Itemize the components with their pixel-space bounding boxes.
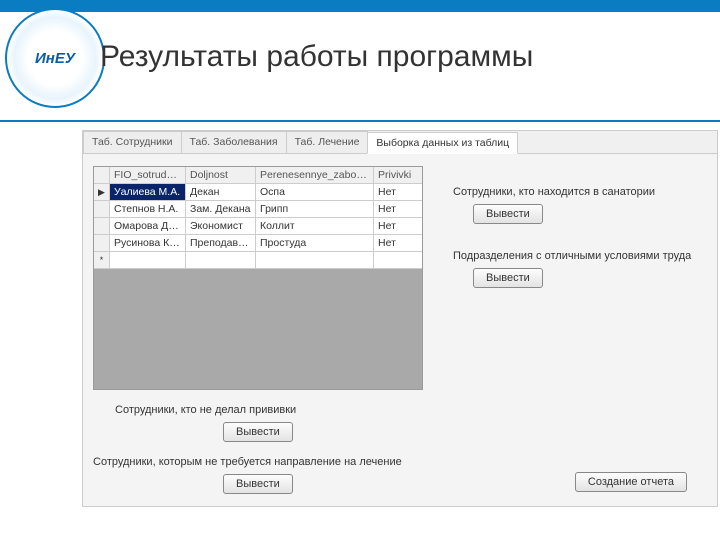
table-row[interactable]: Степнов Н.А. Зам. Декана Грипп Нет xyxy=(94,201,422,218)
tab-employees[interactable]: Таб. Сотрудники xyxy=(83,131,182,153)
cell-pereness[interactable]: Простуда xyxy=(256,235,374,251)
table-row[interactable]: Русинова К.А. Преподават… Простуда Нет xyxy=(94,235,422,252)
col-fio[interactable]: FIO_sotrudnika xyxy=(110,167,186,183)
cell-fio[interactable]: Степнов Н.А. xyxy=(110,201,186,217)
cell-doljnost[interactable]: Экономист xyxy=(186,218,256,234)
cell-doljnost[interactable]: Преподават… xyxy=(186,235,256,251)
show-in-sanatorium-button[interactable]: Вывести xyxy=(473,204,543,224)
cell-pereness[interactable]: Грипп xyxy=(256,201,374,217)
cell-pereness[interactable] xyxy=(256,252,374,268)
col-pereness[interactable]: Perenesennye_zaboleva xyxy=(256,167,374,183)
col-doljnost[interactable]: Doljnost xyxy=(186,167,256,183)
table-row[interactable]: Омарова Д.И. Экономист Коллит Нет xyxy=(94,218,422,235)
create-report-button[interactable]: Создание отчета xyxy=(575,472,687,492)
row-marker-icon: ▶ xyxy=(94,184,110,200)
header-divider xyxy=(0,120,720,122)
grid-header: FIO_sotrudnika Doljnost Perenesennye_zab… xyxy=(94,167,422,184)
page-title: Результаты работы программы xyxy=(100,40,533,74)
logo-seal: ИнЕУ xyxy=(5,8,105,108)
grid-empty-area xyxy=(94,269,422,389)
col-privivki[interactable]: Privivki xyxy=(374,167,422,183)
show-good-conditions-button[interactable]: Вывести xyxy=(473,268,543,288)
tab-body: FIO_sotrudnika Doljnost Perenesennye_zab… xyxy=(83,154,717,506)
cell-doljnost[interactable]: Зам. Декана xyxy=(186,201,256,217)
cell-pereness[interactable]: Оспа xyxy=(256,184,374,200)
logo-text: ИнЕУ xyxy=(35,50,75,67)
row-marker-icon xyxy=(94,235,110,251)
label-no-vaccine: Сотрудники, кто не делал прививки xyxy=(115,404,423,416)
logo: ИнЕУ xyxy=(5,8,115,118)
label-good-conditions: Подразделения с отличными условиями труд… xyxy=(453,250,707,262)
cell-fio[interactable]: Омарова Д.И. xyxy=(110,218,186,234)
show-no-vaccine-button[interactable]: Вывести xyxy=(223,422,293,442)
row-marker-icon xyxy=(94,218,110,234)
cell-privivki[interactable]: Нет xyxy=(374,235,422,251)
cell-privivki[interactable]: Нет xyxy=(374,201,422,217)
app-window: Таб. Сотрудники Таб. Заболевания Таб. Ле… xyxy=(82,130,718,507)
tab-treatment[interactable]: Таб. Лечение xyxy=(286,131,369,153)
cell-doljnost[interactable]: Декан xyxy=(186,184,256,200)
cell-pereness[interactable]: Коллит xyxy=(256,218,374,234)
cell-privivki[interactable]: Нет xyxy=(374,184,422,200)
label-in-sanatorium: Сотрудники, кто находится в санатории xyxy=(453,186,707,198)
cell-doljnost[interactable] xyxy=(186,252,256,268)
show-no-treatment-button[interactable]: Вывести xyxy=(223,474,293,494)
row-marker-icon xyxy=(94,201,110,217)
tab-selection[interactable]: Выборка данных из таблиц xyxy=(367,132,518,154)
cell-fio[interactable]: Русинова К.А. xyxy=(110,235,186,251)
cell-fio[interactable]: Уалиева М.А. xyxy=(110,184,186,200)
cell-fio[interactable] xyxy=(110,252,186,268)
label-no-treatment: Сотрудники, которым не требуется направл… xyxy=(93,456,423,468)
tab-strip: Таб. Сотрудники Таб. Заболевания Таб. Ле… xyxy=(83,131,717,154)
tab-illnesses[interactable]: Таб. Заболевания xyxy=(181,131,287,153)
table-row-new[interactable]: * xyxy=(94,252,422,269)
row-marker-icon: * xyxy=(94,252,110,268)
table-row[interactable]: ▶ Уалиева М.А. Декан Оспа Нет xyxy=(94,184,422,201)
cell-privivki[interactable]: Нет xyxy=(374,218,422,234)
data-grid[interactable]: FIO_sotrudnika Doljnost Perenesennye_zab… xyxy=(93,166,423,390)
cell-privivki[interactable] xyxy=(374,252,422,268)
